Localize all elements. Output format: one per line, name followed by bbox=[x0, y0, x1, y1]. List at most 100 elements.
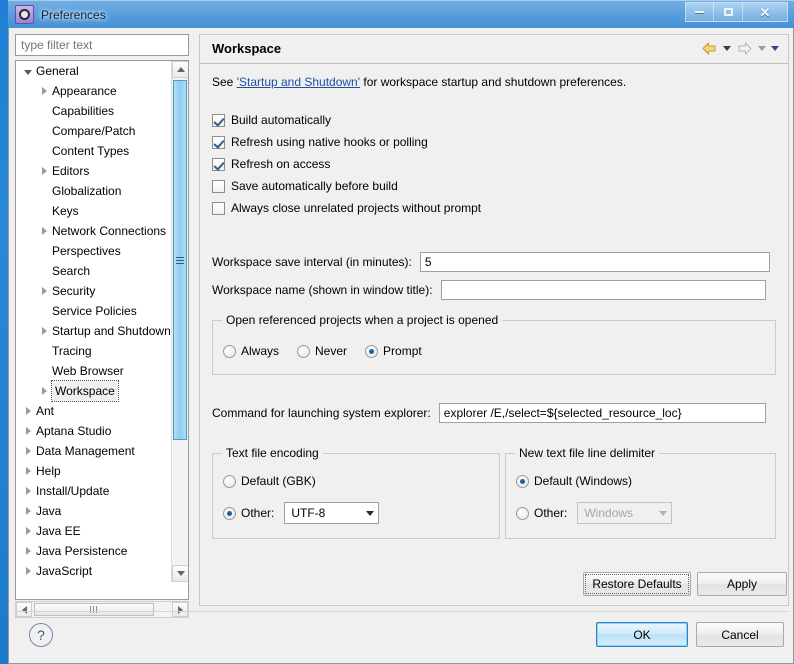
collapse-arrow-icon[interactable] bbox=[36, 281, 52, 301]
expand-arrow-icon[interactable] bbox=[20, 61, 36, 81]
tree-item-data-management[interactable]: Data Management bbox=[16, 441, 172, 461]
restore-defaults-button[interactable]: Restore Defaults bbox=[583, 572, 691, 596]
open-referenced-projects-options: Always Never Prompt bbox=[223, 344, 422, 358]
tree-item-editors[interactable]: Editors bbox=[16, 161, 172, 181]
tree-item-java-ee[interactable]: Java EE bbox=[16, 521, 172, 541]
preferences-dialog: Preferences ✕ General Appearance Capabilit… bbox=[8, 0, 794, 664]
radio-unselected-icon[interactable] bbox=[223, 474, 236, 488]
tree-item-web-browser[interactable]: Web Browser bbox=[16, 361, 172, 381]
checkbox-checked-icon[interactable] bbox=[212, 113, 225, 127]
system-explorer-input[interactable] bbox=[438, 403, 766, 423]
checkbox-unchecked-icon[interactable] bbox=[212, 201, 225, 215]
tree-item-perspectives[interactable]: Perspectives bbox=[16, 241, 172, 261]
tree-item-ant[interactable]: Ant bbox=[16, 401, 172, 421]
tree-item-capabilities[interactable]: Capabilities bbox=[16, 101, 172, 121]
encoding-combo[interactable]: UTF-8 bbox=[284, 502, 380, 524]
apply-button[interactable]: Apply bbox=[697, 572, 787, 596]
tree-item-java[interactable]: Java bbox=[16, 501, 172, 521]
collapse-arrow-icon[interactable] bbox=[20, 521, 36, 541]
minimize-button[interactable] bbox=[685, 2, 714, 22]
save-interval-input[interactable] bbox=[419, 252, 770, 272]
radio-selected-icon[interactable] bbox=[365, 344, 379, 358]
scroll-up-button[interactable] bbox=[172, 61, 188, 78]
delimiter-default-option[interactable]: Default (Windows) bbox=[516, 474, 632, 488]
tree-item-tracing[interactable]: Tracing bbox=[16, 341, 172, 361]
tree-item-appearance[interactable]: Appearance bbox=[16, 81, 172, 101]
workspace-name-input[interactable] bbox=[440, 280, 766, 300]
tree-item-help[interactable]: Help bbox=[16, 461, 172, 481]
collapse-arrow-icon[interactable] bbox=[36, 161, 52, 181]
tree-item-keys[interactable]: Keys bbox=[16, 201, 172, 221]
tree-item-label: Compare/Patch bbox=[52, 124, 136, 138]
filter-input[interactable] bbox=[15, 34, 189, 56]
collapse-arrow-icon[interactable] bbox=[20, 401, 36, 421]
radio-open-referenced-prompt[interactable]: Prompt bbox=[365, 344, 422, 358]
tree-item-compare-patch[interactable]: Compare/Patch bbox=[16, 121, 172, 141]
checkbox-save-automatically-before-build[interactable]: Save automatically before build bbox=[212, 179, 398, 193]
radio-selected-icon[interactable] bbox=[516, 474, 529, 488]
radio-unselected-icon[interactable] bbox=[223, 344, 236, 358]
cancel-button[interactable]: Cancel bbox=[696, 622, 784, 647]
encoding-default-option[interactable]: Default (GBK) bbox=[223, 474, 316, 488]
line-delimiter-group: New text file line delimiter Default (Wi… bbox=[505, 446, 776, 539]
tree-scrollbar-thumb[interactable] bbox=[173, 80, 187, 440]
view-menu-icon[interactable] bbox=[771, 46, 779, 51]
workspace-name-row: Workspace name (shown in window title): bbox=[212, 280, 766, 300]
tree-item-javascript[interactable]: JavaScript bbox=[16, 561, 172, 581]
page-title: Workspace bbox=[212, 41, 282, 56]
close-button[interactable]: ✕ bbox=[743, 2, 788, 22]
radio-open-referenced-always[interactable]: Always bbox=[223, 344, 279, 358]
collapse-arrow-icon[interactable] bbox=[20, 441, 36, 461]
checkbox-build-automatically[interactable]: Build automatically bbox=[212, 113, 331, 127]
page-description-suffix: for workspace startup and shutdown prefe… bbox=[360, 75, 627, 89]
collapse-arrow-icon[interactable] bbox=[36, 221, 52, 241]
back-dropdown-icon[interactable] bbox=[723, 46, 731, 51]
encoding-other-option[interactable]: Other: UTF-8 bbox=[223, 502, 380, 524]
ok-button[interactable]: OK bbox=[596, 622, 688, 647]
collapse-arrow-icon[interactable] bbox=[36, 321, 52, 341]
checkbox-checked-icon[interactable] bbox=[212, 157, 225, 171]
collapse-arrow-icon[interactable] bbox=[20, 481, 36, 501]
title-bar[interactable]: Preferences ✕ bbox=[8, 0, 794, 28]
checkbox-refresh-on-access[interactable]: Refresh on access bbox=[212, 157, 330, 171]
tree-item-general[interactable]: General bbox=[16, 61, 172, 81]
tree-item-search[interactable]: Search bbox=[16, 261, 172, 281]
collapse-arrow-icon[interactable] bbox=[20, 561, 36, 581]
radio-unselected-icon[interactable] bbox=[297, 344, 311, 358]
startup-shutdown-link[interactable]: 'Startup and Shutdown' bbox=[237, 75, 360, 89]
collapse-arrow-icon[interactable] bbox=[36, 381, 52, 401]
tree-item-java-persistence[interactable]: Java Persistence bbox=[16, 541, 172, 561]
tree-item-label: Security bbox=[52, 284, 96, 298]
checkbox-refresh-using-native-hooks-or-polling[interactable]: Refresh using native hooks or polling bbox=[212, 135, 428, 149]
collapse-arrow-icon[interactable] bbox=[20, 421, 36, 441]
help-question-icon[interactable]: ? bbox=[29, 623, 53, 647]
checkbox-always-close-unrelated-projects-without-prompt[interactable]: Always close unrelated projects without … bbox=[212, 201, 481, 215]
delimiter-other-option[interactable]: Other: Windows bbox=[516, 502, 673, 524]
tree-item-label: Install/Update bbox=[36, 484, 110, 498]
tree-item-content-types[interactable]: Content Types bbox=[16, 141, 172, 161]
collapse-arrow-icon[interactable] bbox=[20, 541, 36, 561]
tree-item-install-update[interactable]: Install/Update bbox=[16, 481, 172, 501]
preferences-tree[interactable]: General Appearance Capabilities Compare/Pat… bbox=[15, 60, 189, 600]
checkbox-checked-icon[interactable] bbox=[212, 135, 225, 149]
maximize-button[interactable] bbox=[714, 2, 743, 22]
collapse-arrow-icon[interactable] bbox=[20, 501, 36, 521]
tree-item-service-policies[interactable]: Service Policies bbox=[16, 301, 172, 321]
collapse-arrow-icon[interactable] bbox=[20, 461, 36, 481]
tree-item-security[interactable]: Security bbox=[16, 281, 172, 301]
radio-unselected-icon[interactable] bbox=[516, 506, 529, 520]
tree-item-aptana-studio[interactable]: Aptana Studio bbox=[16, 421, 172, 441]
radio-selected-icon[interactable] bbox=[223, 506, 236, 520]
tree-item-network-connections[interactable]: Network Connections bbox=[16, 221, 172, 241]
checkbox-unchecked-icon[interactable] bbox=[212, 179, 225, 193]
collapse-arrow-icon[interactable] bbox=[36, 81, 52, 101]
radio-open-referenced-never[interactable]: Never bbox=[297, 344, 347, 358]
text-file-encoding-group: Text file encoding Default (GBK) Other: … bbox=[212, 446, 500, 539]
back-arrow-icon[interactable] bbox=[701, 41, 718, 56]
tree-item-globalization[interactable]: Globalization bbox=[16, 181, 172, 201]
scroll-down-button[interactable] bbox=[172, 565, 188, 582]
tree-vertical-scrollbar[interactable] bbox=[171, 61, 188, 582]
tree-item-startup-and-shutdown[interactable]: Startup and Shutdown bbox=[16, 321, 172, 341]
tree-item-workspace[interactable]: Workspace bbox=[16, 380, 172, 402]
